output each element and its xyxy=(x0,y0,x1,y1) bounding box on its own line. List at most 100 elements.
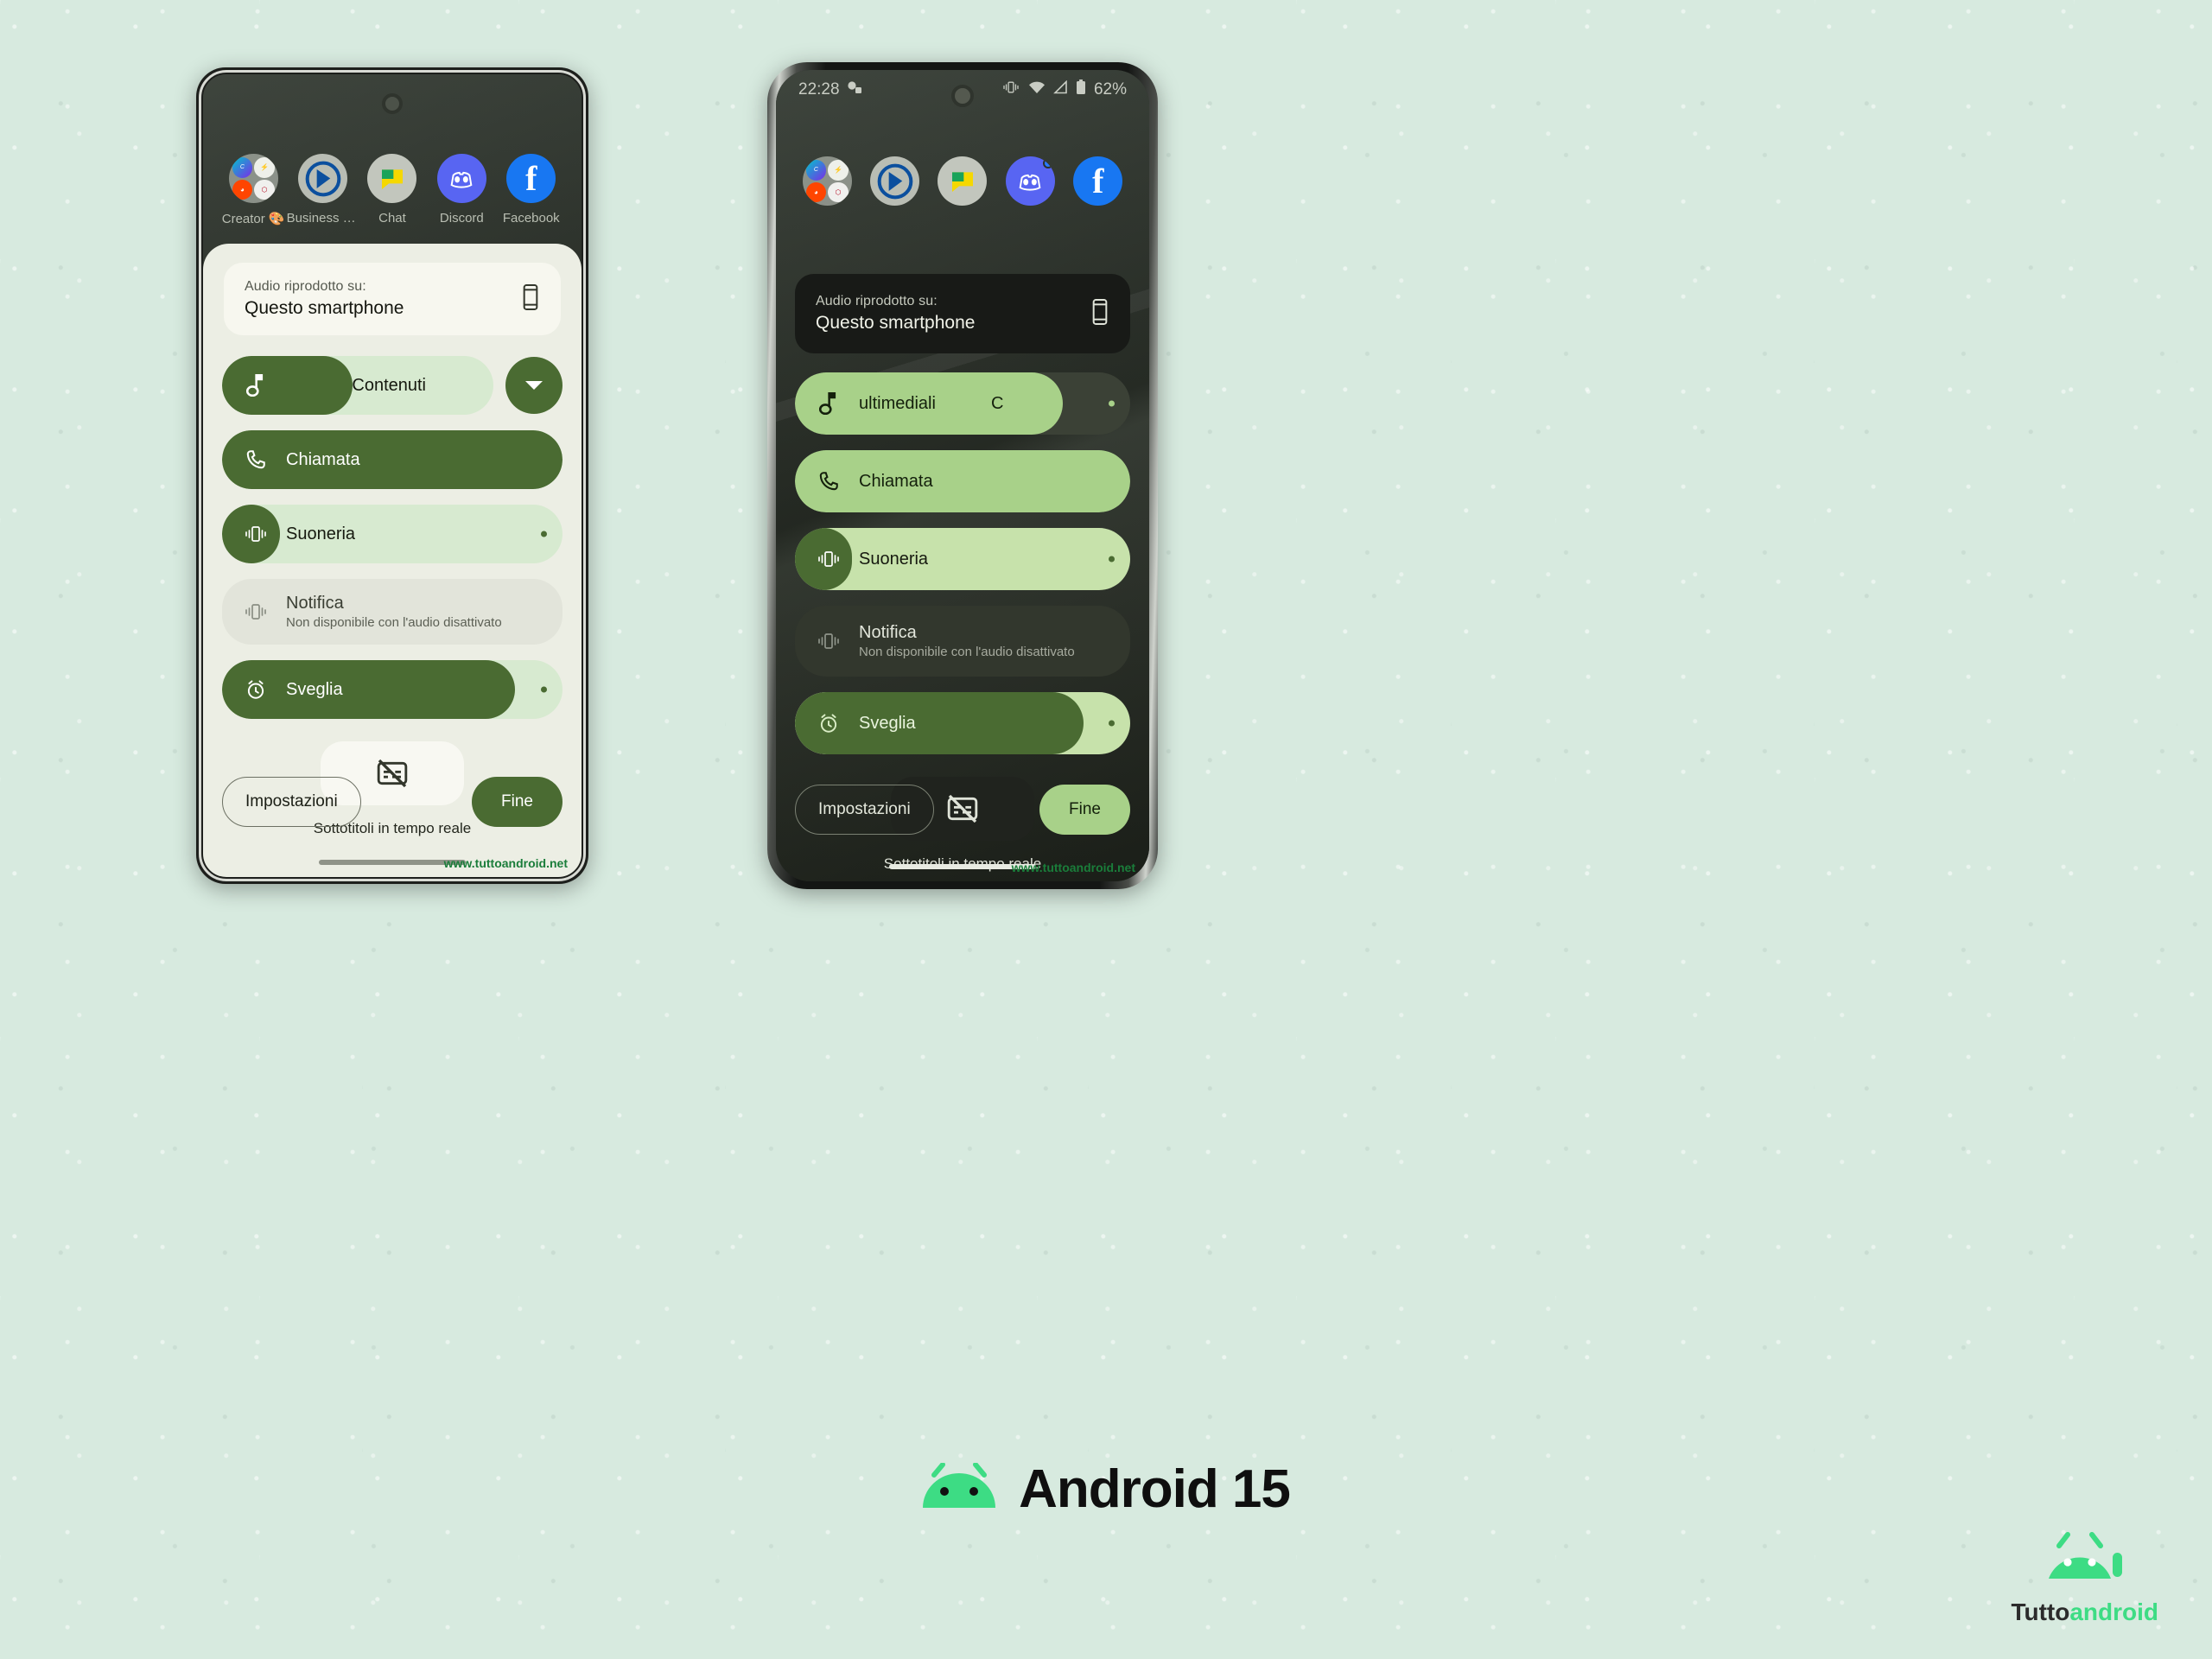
slider-content: Notifica Non disponibile con l'audio dis… xyxy=(795,623,1130,659)
volume-panel-left: Audio riprodotto su: Questo smartphone C… xyxy=(203,244,582,877)
volume-slider-ring[interactable]: Suoneria xyxy=(222,505,563,563)
tuttoandroid-logo: Tuttoandroid xyxy=(2011,1527,2158,1626)
volume-slider-call[interactable]: Chiamata xyxy=(795,450,1130,512)
app-label: Facebook xyxy=(502,211,560,226)
volume-slider-alarm[interactable]: Sveglia xyxy=(795,692,1130,754)
status-bar-left: 22:28 xyxy=(798,79,864,100)
google-chat-icon xyxy=(367,154,417,203)
audio-output-sublabel: Audio riprodotto su: xyxy=(816,294,938,308)
media-tag: ultimediali xyxy=(859,393,936,413)
facebook-icon: f xyxy=(506,154,556,203)
reddit-icon: ◕ xyxy=(805,181,827,202)
slider-end-dot xyxy=(1109,400,1115,407)
slider-content: Sveglia xyxy=(795,709,1130,738)
discord-icon xyxy=(436,154,486,203)
slider-label: Suoneria xyxy=(286,524,356,543)
phone-right: 22:28 62% C ⚡ ◕ ⬡ f Audio riprodotto su:… xyxy=(767,62,1158,889)
app-facebook[interactable]: f xyxy=(1065,156,1131,206)
canva-icon: C xyxy=(805,160,827,181)
slider-end-dot xyxy=(541,686,547,693)
phone-left-screen: C ⚡ ◕ ⬡ Creator 🎨 Business S... Chat Dis… xyxy=(203,74,582,877)
google-chat-icon xyxy=(938,156,988,206)
canva-icon: C xyxy=(232,157,253,178)
app-label: Chat xyxy=(378,211,406,226)
slider-label: Chiamata xyxy=(859,471,933,491)
music-note-icon xyxy=(814,389,843,418)
hex-icon: ⬡ xyxy=(254,179,275,200)
front-camera xyxy=(382,93,403,114)
app-creator[interactable]: C ⚡ ◕ ⬡ Creator 🎨 xyxy=(220,154,286,226)
slider-content: Suoneria xyxy=(222,519,563,549)
done-button[interactable]: Fine xyxy=(472,777,563,827)
tuttoandroid-robot-icon xyxy=(2044,1527,2126,1593)
audio-output-device: Questo smartphone xyxy=(816,313,976,333)
smartphone-icon xyxy=(521,283,540,315)
phone-call-icon xyxy=(241,445,270,474)
status-bar-right: 62% xyxy=(1001,79,1127,100)
audio-output-card[interactable]: Audio riprodotto su: Questo smartphone xyxy=(795,274,1130,353)
watermark-left: www.tuttoandroid.net xyxy=(443,856,568,870)
audio-output-device: Questo smartphone xyxy=(245,298,404,318)
app-row-left: C ⚡ ◕ ⬡ Creator 🎨 Business S... Chat Dis… xyxy=(203,154,582,226)
volume-slider-ring[interactable]: Suoneria xyxy=(795,528,1130,590)
app-chat[interactable] xyxy=(930,156,995,206)
phone-left: C ⚡ ◕ ⬡ Creator 🎨 Business S... Chat Dis… xyxy=(196,67,588,884)
app-creator[interactable]: C ⚡ ◕ ⬡ xyxy=(794,156,860,206)
bolt-icon: ⚡ xyxy=(828,160,849,181)
slider-sublabel: Non disponibile con l'audio disattivato xyxy=(859,645,1075,659)
status-bar: 22:28 62% xyxy=(776,70,1149,110)
status-time: 22:28 xyxy=(798,80,840,99)
slider-list-left: Contenuti Chiamata Suoneria Notifica Non… xyxy=(222,356,563,719)
app-label: Discord xyxy=(439,211,484,226)
battery-icon xyxy=(1076,79,1086,100)
slider-content: Chiamata xyxy=(795,467,1130,496)
battery-percent: 62% xyxy=(1093,80,1127,99)
app-discord[interactable]: Discord xyxy=(429,154,494,226)
app-label: Creator 🎨 xyxy=(221,212,285,226)
app-discord[interactable] xyxy=(997,156,1063,206)
slider-row-media: Contenuti xyxy=(222,356,563,415)
slider-label: Chiamata xyxy=(286,449,360,469)
app-label: Business S... xyxy=(286,211,359,226)
app-row-right: C ⚡ ◕ ⬡ f xyxy=(776,156,1149,206)
reddit-icon: ◕ xyxy=(232,179,253,200)
slider-end-dot xyxy=(541,531,547,537)
signal-icon xyxy=(1053,79,1068,99)
slider-content: Chiamata xyxy=(222,445,563,474)
tuttoandroid-wordmark: Tuttoandroid xyxy=(2011,1599,2158,1626)
slider-sublabel: Non disponibile con l'audio disattivato xyxy=(286,615,502,630)
alarm-clock-icon xyxy=(814,709,843,738)
facebook-icon: f xyxy=(1073,156,1123,206)
phone-call-icon xyxy=(814,467,843,496)
android-version-label: Android 15 xyxy=(1019,1459,1291,1519)
volume-slider-call[interactable]: Chiamata xyxy=(222,430,563,489)
slider-content: Notifica Non disponibile con l'audio dis… xyxy=(222,594,563,630)
media-expand-button[interactable] xyxy=(505,357,563,414)
app-facebook[interactable]: f Facebook xyxy=(499,154,564,226)
volume-slider-media[interactable]: Contenuti xyxy=(222,356,493,415)
slider-label: Notifica xyxy=(286,594,344,613)
app-business-suite[interactable] xyxy=(862,156,928,206)
slider-end-dot xyxy=(1109,720,1115,727)
done-button[interactable]: Fine xyxy=(1039,785,1130,835)
volume-slider-alarm[interactable]: Sveglia xyxy=(222,660,563,719)
app-business-suite[interactable]: Business S... xyxy=(286,154,359,226)
volume-slider-notification: Notifica Non disponibile con l'audio dis… xyxy=(222,579,563,645)
slider-content: Contenuti xyxy=(222,371,493,400)
volume-slider-notification: Notifica Non disponibile con l'audio dis… xyxy=(795,606,1130,677)
watermark-right: www.tuttoandroid.net xyxy=(1011,861,1135,874)
wifi-icon xyxy=(1028,80,1046,99)
slider-content: Suoneria xyxy=(795,544,1130,574)
discord-icon xyxy=(1005,156,1055,206)
panel-buttons-right: Impostazioni Fine xyxy=(795,785,1130,835)
audio-output-card[interactable]: Audio riprodotto su: Questo smartphone xyxy=(224,263,561,335)
settings-button[interactable]: Impostazioni xyxy=(222,777,361,827)
app-chat[interactable]: Chat xyxy=(359,154,425,226)
android-branding: Android 15 xyxy=(0,1459,2212,1520)
slider-label: Notifica xyxy=(859,623,917,642)
volume-slider-media[interactable]: ultimediali C xyxy=(795,372,1130,435)
settings-button[interactable]: Impostazioni xyxy=(795,785,934,835)
smartphone-icon xyxy=(1090,298,1109,330)
audio-output-sublabel: Audio riprodotto su: xyxy=(245,279,366,294)
tutto-text: Tutto xyxy=(2011,1599,2070,1625)
